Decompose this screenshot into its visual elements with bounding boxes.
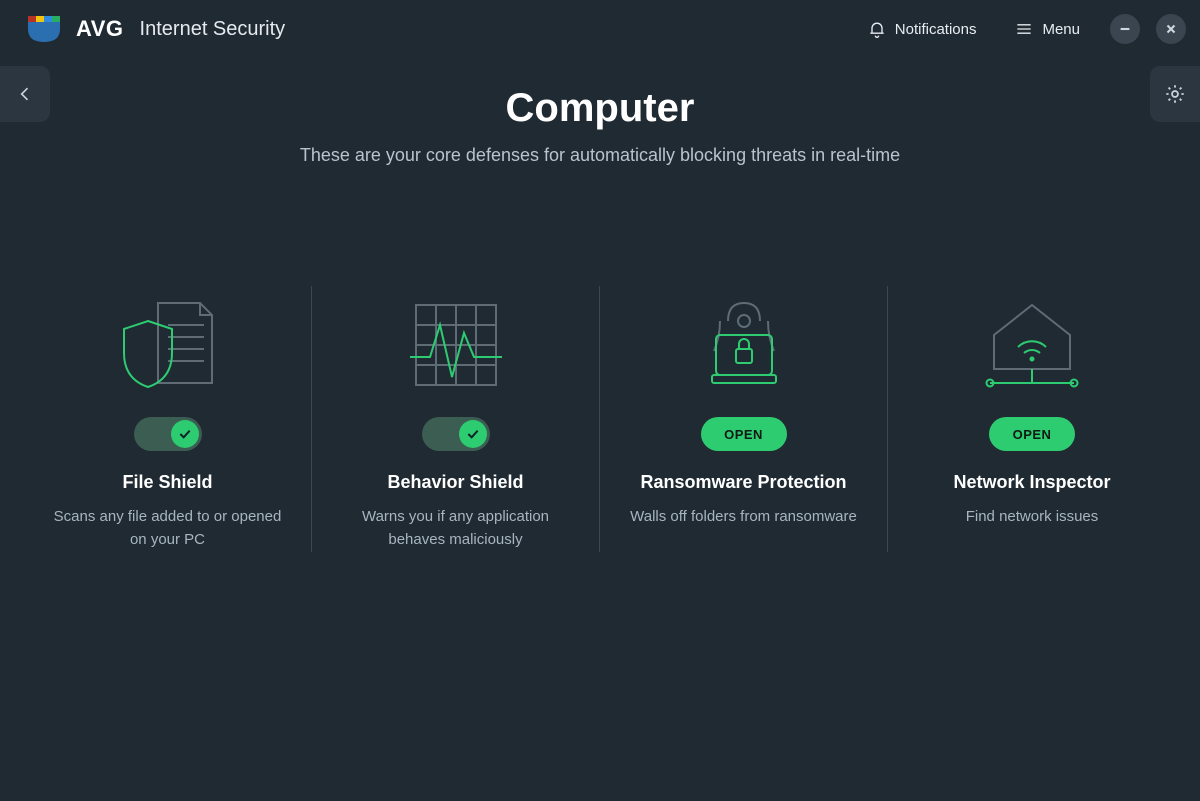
notifications-button[interactable]: Notifications [853, 13, 991, 45]
defense-cards-row: File Shield Scans any file added to or o… [0, 286, 1200, 552]
ransomware-open-button[interactable]: OPEN [701, 417, 787, 451]
hamburger-icon [1014, 19, 1034, 39]
card-file-shield: File Shield Scans any file added to or o… [24, 286, 312, 552]
brand-name: AVG [76, 16, 124, 42]
page-title: Computer [0, 86, 1200, 131]
close-button[interactable] [1156, 14, 1186, 44]
menu-label: Menu [1042, 21, 1080, 38]
check-icon [465, 426, 481, 442]
titlebar: AVG Internet Security Notifications Menu [0, 0, 1200, 58]
file-shield-toggle[interactable] [134, 417, 202, 451]
avg-logo-icon [28, 16, 60, 42]
gear-icon [1164, 83, 1186, 105]
settings-button[interactable] [1150, 66, 1200, 122]
ransomware-icon [628, 286, 859, 406]
bell-icon [867, 19, 887, 39]
notifications-label: Notifications [895, 21, 977, 38]
file-shield-icon [52, 286, 283, 406]
card-network-inspector: OPEN Network Inspector Find network issu… [888, 286, 1176, 552]
card-desc: Find network issues [916, 505, 1148, 528]
card-title: Behavior Shield [340, 472, 571, 493]
back-button[interactable] [0, 66, 50, 122]
menu-button[interactable]: Menu [1000, 13, 1094, 45]
card-ransomware-protection: OPEN Ransomware Protection Walls off fol… [600, 286, 888, 552]
behavior-shield-toggle[interactable] [422, 417, 490, 451]
minimize-icon [1118, 22, 1132, 36]
close-icon [1164, 22, 1178, 36]
card-desc: Warns you if any application behaves mal… [340, 505, 571, 552]
network-open-button[interactable]: OPEN [989, 417, 1075, 451]
card-desc: Scans any file added to or opened on you… [52, 505, 283, 552]
card-title: File Shield [52, 472, 283, 493]
check-icon [177, 426, 193, 442]
behavior-shield-icon [340, 286, 571, 406]
card-behavior-shield: Behavior Shield Warns you if any applica… [312, 286, 600, 552]
chevron-left-icon [15, 84, 35, 104]
card-title: Ransomware Protection [628, 472, 859, 493]
page-body: Computer These are your core defenses fo… [0, 58, 1200, 552]
page-subtitle: These are your core defenses for automat… [0, 145, 1200, 166]
card-desc: Walls off folders from ransomware [628, 505, 859, 528]
product-name: Internet Security [140, 18, 286, 41]
card-title: Network Inspector [916, 472, 1148, 493]
minimize-button[interactable] [1110, 14, 1140, 44]
network-inspector-icon [916, 286, 1148, 406]
